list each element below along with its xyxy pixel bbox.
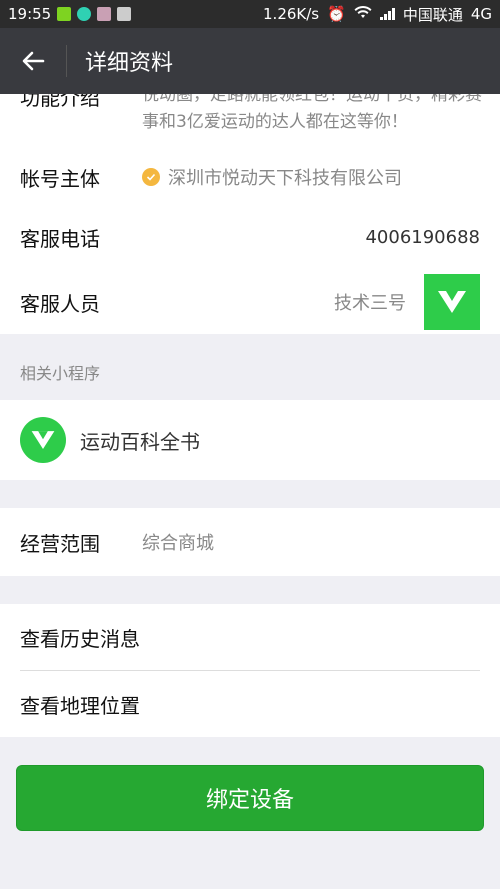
scope-section: 经营范围 综合商城 — [0, 508, 500, 576]
mini-programs-title: 相关小程序 — [20, 364, 101, 383]
app-notification-icon — [57, 7, 72, 21]
chat-notification-icon — [77, 7, 92, 21]
alarm-icon: ⏰ — [327, 5, 346, 23]
intro-text: 悦动圈，走路就能领红包！运动干货，精彩赛事和3亿爱运动的达人都在这等你！ — [142, 94, 482, 132]
phone-label: 客服电话 — [20, 226, 100, 251]
phone-value[interactable]: 4006190688 — [365, 227, 480, 248]
intro-label: 功能介绍 — [20, 94, 100, 110]
mini-programs-section: 运动百科全书 — [0, 400, 500, 480]
bind-area: 绑定设备 — [0, 737, 500, 841]
back-arrow-icon — [22, 51, 45, 71]
entity-row[interactable]: 帐号主体 深圳市悦动天下科技有限公司 — [0, 150, 500, 204]
network-type: 4G — [470, 5, 492, 23]
header-divider — [66, 45, 67, 77]
back-button[interactable] — [0, 28, 66, 94]
scope-value: 综合商城 — [142, 533, 214, 554]
staff-label: 客服人员 — [20, 291, 100, 316]
entity-label: 帐号主体 — [20, 166, 100, 191]
links-section: 查看历史消息 查看地理位置 — [0, 604, 500, 737]
gallery-notification-icon — [97, 7, 112, 21]
profile-content[interactable]: 功能介绍 悦动圈，走路就能领红包！运动干货，精彩赛事和3亿爱运动的达人都在这等你… — [0, 94, 500, 841]
entity-value: 深圳市悦动天下科技有限公司 — [168, 168, 402, 189]
wifi-icon — [354, 5, 372, 23]
status-bar: 19:55 1.26K/s ⏰ 中国联通 4G — [0, 0, 500, 28]
signal-icon — [379, 8, 395, 20]
verified-check-icon — [142, 168, 160, 186]
network-speed: 1.26K/s — [263, 5, 320, 23]
staff-value: 技术三号 — [334, 293, 406, 314]
history-messages-link[interactable]: 查看历史消息 — [0, 604, 500, 670]
intro-row: 功能介绍 悦动圈，走路就能领红包！运动干货，精彩赛事和3亿爱运动的达人都在这等你… — [0, 94, 500, 150]
carrier-name: 中国联通 — [402, 5, 463, 24]
message-notification-icon — [117, 7, 132, 21]
scope-label: 经营范围 — [20, 531, 100, 556]
bind-device-button[interactable]: 绑定设备 — [16, 765, 484, 831]
phone-row[interactable]: 客服电话 4006190688 — [0, 204, 500, 270]
status-time: 19:55 — [8, 5, 52, 23]
top-navigation-bar: 详细资料 — [0, 28, 500, 94]
page-title: 详细资料 — [85, 51, 174, 76]
mini-program-item[interactable]: 运动百科全书 — [0, 400, 500, 480]
staff-row[interactable]: 客服人员 技术三号 — [0, 270, 500, 334]
mini-program-logo-icon — [20, 417, 66, 463]
staff-avatar-logo-icon — [424, 274, 480, 330]
scope-row: 经营范围 综合商城 — [0, 508, 500, 576]
profile-info-section: 功能介绍 悦动圈，走路就能领红包！运动干货，精彩赛事和3亿爱运动的达人都在这等你… — [0, 94, 500, 334]
location-link[interactable]: 查看地理位置 — [0, 671, 500, 737]
mini-program-name: 运动百科全书 — [80, 429, 200, 454]
